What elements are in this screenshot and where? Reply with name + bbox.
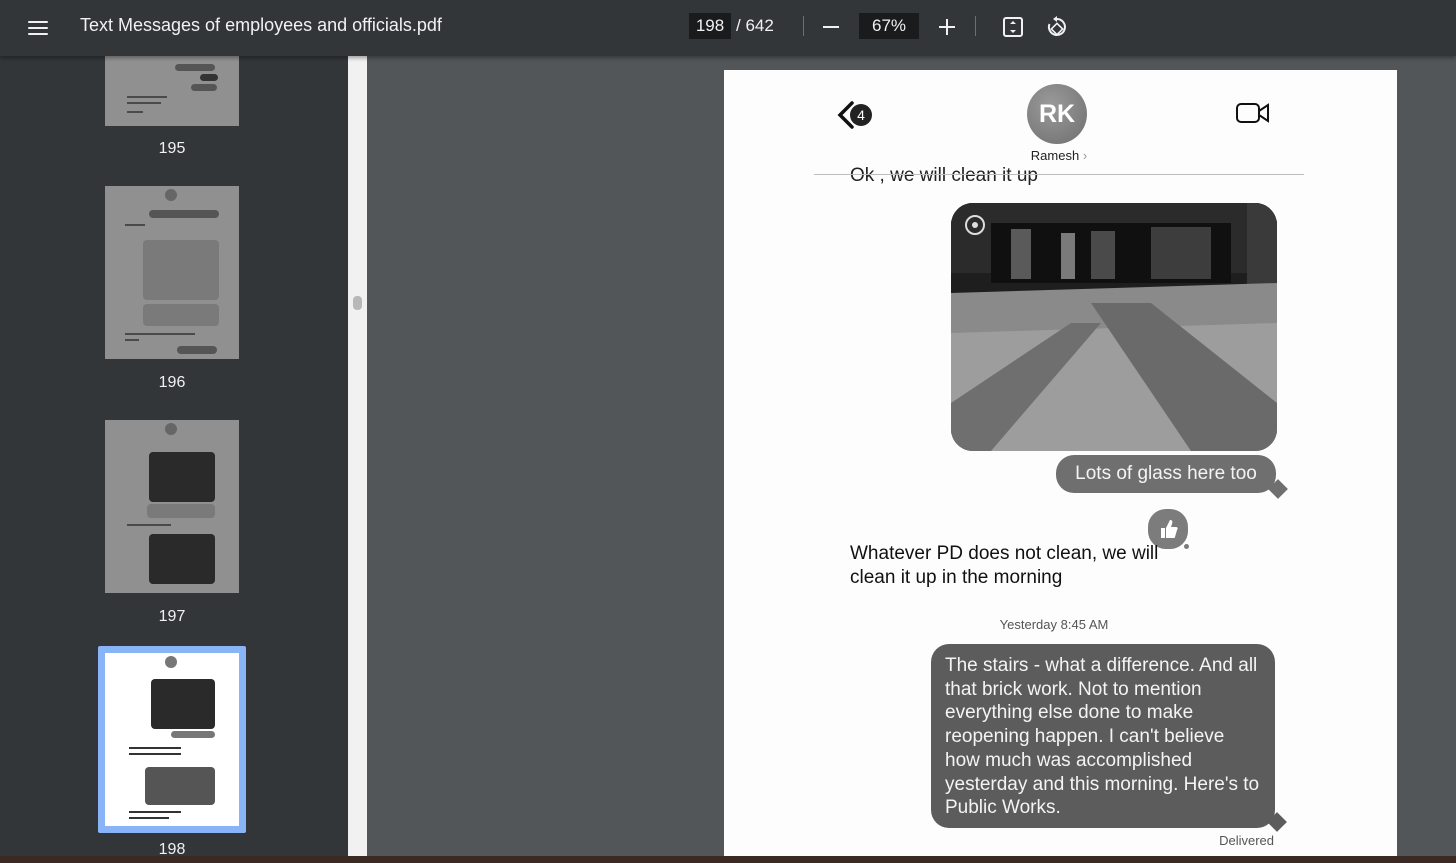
fit-to-page-button[interactable] xyxy=(998,12,1028,42)
thumbnail-sidebar: 195 196 197 198 xyxy=(0,56,348,863)
message-timestamp: Yesterday 8:45 AM xyxy=(999,617,1109,632)
menu-icon[interactable] xyxy=(26,16,50,40)
zoom-out-button[interactable] xyxy=(816,12,846,42)
avatar: RK xyxy=(1027,84,1087,144)
pdf-toolbar: Text Messages of employees and officials… xyxy=(0,0,1456,56)
delivery-status: Delivered xyxy=(1219,833,1274,848)
pdf-page: 4 RK Ramesh › Ok , we will clean it up L… xyxy=(724,70,1397,863)
page-thumbnail[interactable] xyxy=(105,56,239,126)
video-camera-icon xyxy=(1236,103,1269,123)
unread-badge: 4 xyxy=(850,104,872,126)
sent-message: The stairs - what a difference. And all … xyxy=(931,644,1275,828)
header-divider xyxy=(814,174,1304,175)
message-photo xyxy=(951,203,1277,451)
contact-name: Ramesh › xyxy=(1030,148,1088,163)
rotate-button[interactable] xyxy=(1042,12,1072,42)
page-thumbnail-selected[interactable] xyxy=(105,653,239,826)
sidebar-splitter[interactable] xyxy=(348,56,367,863)
zoom-in-button[interactable] xyxy=(932,12,962,42)
toolbar-divider xyxy=(803,16,804,36)
reaction-dot xyxy=(1184,544,1189,549)
page-thumbnail[interactable] xyxy=(105,420,239,593)
splitter-handle[interactable] xyxy=(353,296,362,310)
thumbnail-page-number: 197 xyxy=(158,608,186,625)
document-title: Text Messages of employees and officials… xyxy=(80,15,442,35)
desktop-edge xyxy=(0,856,1456,863)
fit-page-icon xyxy=(1003,17,1023,37)
plus-icon xyxy=(939,19,955,35)
received-message: Whatever PD does not clean, we will clea… xyxy=(850,543,1159,588)
minus-icon xyxy=(823,26,839,28)
page-thumbnail[interactable] xyxy=(105,186,239,359)
rotate-icon xyxy=(1047,16,1066,36)
page-total: / 642 xyxy=(736,16,774,35)
cut-off-message: Ok , we will clean it up xyxy=(850,165,1038,186)
sent-message: Lots of glass here too xyxy=(1056,455,1276,493)
thumbnail-page-number: 195 xyxy=(158,140,186,157)
page-number-input[interactable] xyxy=(689,13,731,39)
thumbnail-page-number: 196 xyxy=(158,374,186,391)
toolbar-divider xyxy=(975,16,976,36)
zoom-level[interactable]: 67% xyxy=(859,13,919,39)
